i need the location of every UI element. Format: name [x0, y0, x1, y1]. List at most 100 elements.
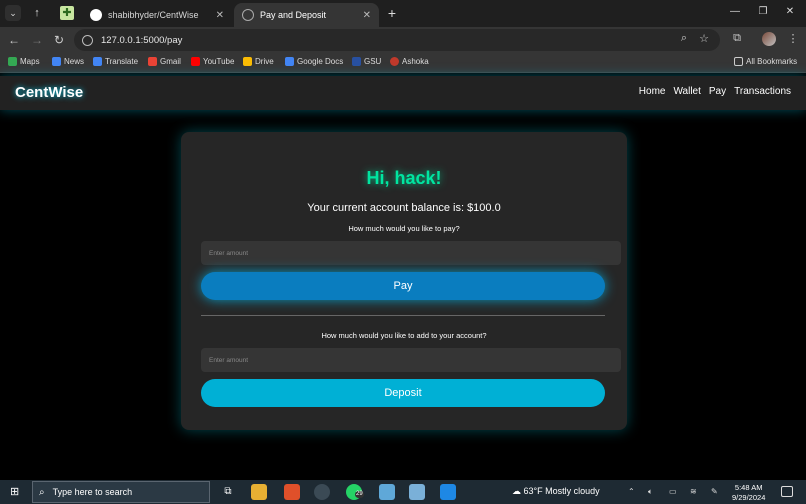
- brand-logo[interactable]: CentWise: [15, 84, 83, 101]
- bookmark-youtube[interactable]: YouTube: [191, 57, 234, 66]
- brave-icon[interactable]: [284, 484, 300, 500]
- weather-text: 63°F Mostly cloudy: [523, 486, 600, 496]
- pay-deposit-card: Hi, hack! Your current account balance i…: [181, 132, 627, 430]
- task-view-icon[interactable]: ⧉: [220, 484, 236, 500]
- tab-title: shabibhyder/CentWise: [108, 10, 199, 20]
- folder-icon: [734, 57, 743, 66]
- battery-icon[interactable]: ▭: [669, 487, 677, 496]
- youtube-icon: [191, 57, 200, 66]
- show-hidden-icons-icon[interactable]: ⌃: [628, 487, 635, 496]
- windows-start-icon[interactable]: ⊞: [10, 486, 22, 498]
- bookmark-label: Ashoka: [402, 57, 429, 66]
- nav-link-home[interactable]: Home: [639, 86, 666, 97]
- cloud-icon: ☁: [512, 486, 521, 496]
- whatsapp-icon[interactable]: 29: [346, 484, 364, 500]
- tab-pay-and-deposit[interactable]: Pay and Deposit ✕: [234, 3, 379, 27]
- forward-icon[interactable]: →: [29, 32, 45, 48]
- vscode-icon[interactable]: [440, 484, 456, 500]
- taskbar-search-placeholder: Type here to search: [52, 487, 133, 497]
- zoom-icon[interactable]: ⌕: [677, 32, 691, 45]
- all-bookmarks-label: All Bookmarks: [746, 57, 798, 66]
- notifications-icon[interactable]: [781, 486, 793, 497]
- bookmark-gsu[interactable]: GSU: [352, 57, 381, 66]
- windows-taskbar: ⊞ ⌕ Type here to search ⧉ 29 ☁ 63°F Most…: [0, 480, 806, 504]
- nav-links: Home Wallet Pay Transactions: [639, 86, 791, 97]
- bookmark-gmail[interactable]: Gmail: [148, 57, 181, 66]
- pinned-tab-icon-2[interactable]: ✚: [60, 6, 74, 20]
- clock-date: 9/29/2024: [732, 493, 766, 502]
- bookmark-label: News: [64, 57, 85, 66]
- pay-question-label: How much would you like to pay?: [348, 224, 460, 233]
- bookmark-label: Drive: [255, 57, 274, 66]
- back-icon[interactable]: ←: [6, 32, 22, 48]
- news-icon: [52, 57, 61, 66]
- maps-icon: [8, 57, 17, 66]
- tab-title: Pay and Deposit: [260, 10, 327, 20]
- weather-widget[interactable]: ☁ 63°F Mostly cloudy: [512, 486, 600, 497]
- bookmark-label: Maps: [20, 57, 40, 66]
- bookmark-star-icon[interactable]: ☆: [697, 32, 711, 45]
- gmail-icon: [148, 57, 157, 66]
- browser-tab-bar: ⌄ ↑ ✚ shabibhyder/CentWise ✕ Pay and Dep…: [0, 0, 806, 27]
- bookmark-maps[interactable]: Maps: [8, 57, 40, 66]
- balance-text: Your current account balance is: $100.0: [307, 202, 501, 214]
- url-text[interactable]: 127.0.0.1:5000/pay: [101, 35, 182, 46]
- ashoka-icon: [390, 57, 399, 66]
- drive-icon: [243, 57, 252, 66]
- pay-button[interactable]: Pay: [201, 272, 605, 300]
- calendar-app-icon[interactable]: [409, 484, 425, 500]
- address-bar[interactable]: 127.0.0.1:5000/pay: [74, 29, 720, 51]
- bookmark-ashoka[interactable]: Ashoka: [390, 57, 429, 66]
- translate-icon: [93, 57, 102, 66]
- taskbar-search[interactable]: ⌕ Type here to search: [32, 481, 210, 503]
- notes-app-icon[interactable]: [379, 484, 395, 500]
- bookmark-label: Gmail: [160, 57, 181, 66]
- globe-icon: [242, 9, 254, 21]
- chrome-icon[interactable]: [314, 484, 330, 500]
- bookmark-translate[interactable]: Translate: [93, 57, 138, 66]
- minimize-button[interactable]: —: [728, 6, 742, 17]
- wifi-icon[interactable]: ≋: [690, 487, 697, 496]
- pen-icon[interactable]: ✎: [711, 487, 718, 496]
- pay-amount-input[interactable]: [201, 241, 621, 265]
- bookmarks-bar: Maps News Translate Gmail YouTube Drive …: [0, 53, 806, 73]
- reload-icon[interactable]: ↻: [51, 32, 67, 48]
- bookmark-label: YouTube: [203, 57, 235, 66]
- restore-button[interactable]: ❐: [756, 6, 770, 17]
- bookmark-google-docs[interactable]: Google Docs: [285, 57, 343, 66]
- search-icon: ⌕: [39, 486, 45, 498]
- bookmark-label: Google Docs: [297, 57, 344, 66]
- section-divider: [201, 315, 605, 316]
- deposit-question-label: How much would you like to add to your a…: [321, 331, 487, 340]
- tab-search-icon[interactable]: ⌄: [5, 5, 21, 21]
- profile-avatar[interactable]: [762, 32, 776, 46]
- docs-icon: [285, 57, 294, 66]
- clock-time: 5:48 AM: [734, 483, 763, 492]
- tab-close-icon[interactable]: ✕: [363, 10, 371, 21]
- system-clock[interactable]: 5:48 AM 9/29/2024: [732, 483, 765, 503]
- new-tab-button[interactable]: +: [384, 5, 400, 21]
- whatsapp-badge: 29: [355, 491, 364, 498]
- greeting-heading: Hi, hack!: [366, 168, 442, 188]
- github-icon: [90, 9, 102, 21]
- gsu-icon: [352, 57, 361, 66]
- volume-icon[interactable]: 🔈︎: [648, 487, 653, 497]
- bookmark-drive[interactable]: Drive: [243, 57, 274, 66]
- nav-link-wallet[interactable]: Wallet: [673, 86, 700, 97]
- bookmark-news[interactable]: News: [52, 57, 84, 66]
- deposit-button[interactable]: Deposit: [201, 379, 605, 407]
- file-explorer-icon[interactable]: [251, 484, 267, 500]
- close-window-button[interactable]: ✕: [783, 6, 797, 17]
- nav-link-pay[interactable]: Pay: [709, 86, 726, 97]
- deposit-amount-input[interactable]: [201, 348, 621, 372]
- bookmark-label: GSU: [364, 57, 382, 66]
- browser-toolbar: ← → ↻ 127.0.0.1:5000/pay ⌕ ☆ ⧉ ⋮: [0, 27, 806, 53]
- tab-close-icon[interactable]: ✕: [216, 10, 224, 21]
- nav-link-transactions[interactable]: Transactions: [734, 86, 791, 97]
- menu-icon[interactable]: ⋮: [786, 32, 800, 45]
- site-info-icon[interactable]: [82, 34, 93, 46]
- pinned-tab-icon[interactable]: ↑: [30, 6, 44, 20]
- all-bookmarks[interactable]: All Bookmarks: [734, 57, 797, 66]
- extensions-icon[interactable]: ⧉: [730, 32, 744, 45]
- tab-github[interactable]: shabibhyder/CentWise ✕: [82, 3, 232, 27]
